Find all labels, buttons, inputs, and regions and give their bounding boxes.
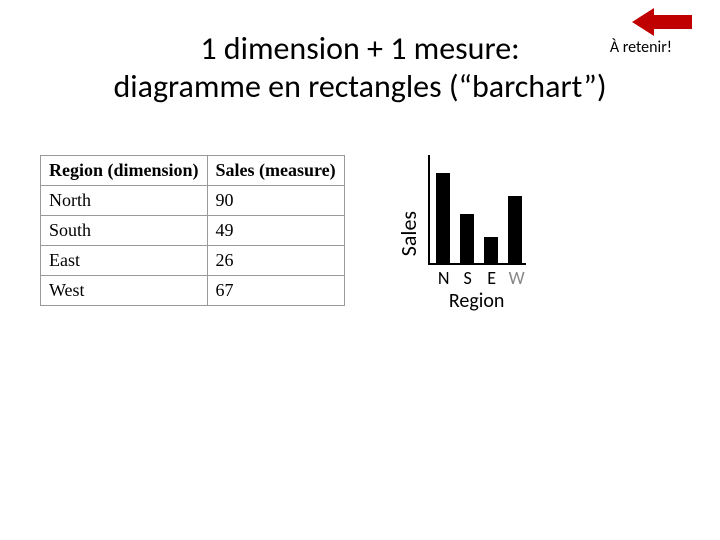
title-line-2: diagramme en rectangles (“barchart”) bbox=[0, 68, 720, 106]
bar-w bbox=[508, 196, 522, 263]
chart-x-ticks: N S E W bbox=[431, 267, 523, 289]
table-row: East 26 bbox=[41, 245, 345, 275]
bar-n bbox=[436, 173, 450, 263]
chart-y-axis-label: Sales bbox=[395, 211, 422, 256]
table-row: West 67 bbox=[41, 275, 345, 305]
cell-sales: 49 bbox=[207, 215, 344, 245]
tick-s: S bbox=[461, 267, 475, 289]
tick-w: W bbox=[509, 267, 523, 289]
cell-region: North bbox=[41, 185, 208, 215]
data-table: Region (dimension) Sales (measure) North… bbox=[40, 155, 345, 306]
cell-region: South bbox=[41, 215, 208, 245]
col-sales-header: Sales (measure) bbox=[207, 155, 344, 185]
cell-sales: 90 bbox=[207, 185, 344, 215]
title-line-1: 1 dimension + 1 mesure: bbox=[0, 30, 720, 68]
cell-sales: 67 bbox=[207, 275, 344, 305]
bar-e bbox=[484, 237, 498, 263]
tick-e: E bbox=[485, 267, 499, 289]
bar-chart: Sales N S E W Region bbox=[395, 155, 526, 313]
chart-bars bbox=[428, 155, 526, 265]
col-region-header: Region (dimension) bbox=[41, 155, 208, 185]
cell-region: East bbox=[41, 245, 208, 275]
page-title: 1 dimension + 1 mesure: diagramme en rec… bbox=[0, 0, 720, 107]
cell-region: West bbox=[41, 275, 208, 305]
chart-x-axis-label: Region bbox=[449, 289, 505, 313]
tick-n: N bbox=[437, 267, 451, 289]
table-header-row: Region (dimension) Sales (measure) bbox=[41, 155, 345, 185]
cell-sales: 26 bbox=[207, 245, 344, 275]
bar-s bbox=[460, 214, 474, 263]
table-row: North 90 bbox=[41, 185, 345, 215]
table-row: South 49 bbox=[41, 215, 345, 245]
